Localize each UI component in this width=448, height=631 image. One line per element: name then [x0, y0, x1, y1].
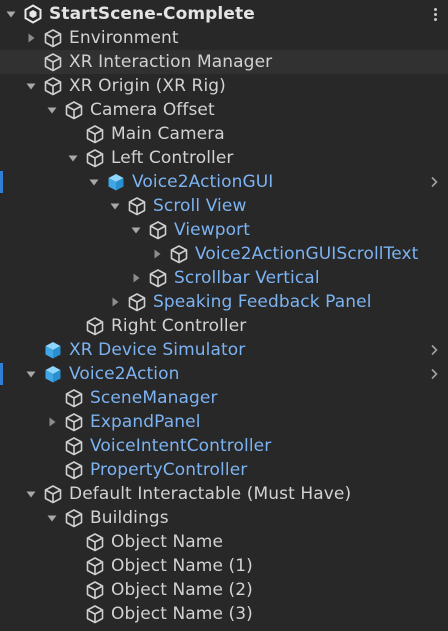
hierarchy-item[interactable]: Right Controller — [0, 314, 448, 338]
item-label: Voice2ActionGUIScrollText — [195, 244, 419, 264]
hierarchy-item[interactable]: Default Interactable (Must Have) — [0, 482, 448, 506]
item-label: Object Name (3) — [111, 604, 253, 624]
item-label: XR Device Simulator — [69, 340, 246, 360]
hierarchy-item[interactable]: Object Name (1) — [0, 554, 448, 578]
item-label: XR Origin (XR Rig) — [69, 76, 226, 96]
expand-arrow-icon[interactable] — [45, 98, 59, 122]
expand-arrow-icon[interactable] — [108, 194, 122, 218]
scene-title: StartScene-Complete — [49, 4, 255, 24]
hierarchy-item[interactable]: XR Origin (XR Rig) — [0, 74, 448, 98]
hierarchy-item[interactable]: VoiceIntentController — [0, 434, 448, 458]
item-label: Object Name — [111, 532, 224, 552]
gameobject-cube-icon — [64, 100, 84, 120]
hierarchy-item[interactable]: SceneManager — [0, 386, 448, 410]
gameobject-cube-icon — [85, 556, 105, 576]
gameobject-cube-icon — [127, 292, 147, 312]
gameobject-cube-icon — [64, 508, 84, 528]
item-label: Object Name (2) — [111, 580, 253, 600]
item-label: Object Name (1) — [111, 556, 253, 576]
hierarchy-item[interactable]: Scrollbar Vertical — [0, 266, 448, 290]
item-label: Scrollbar Vertical — [174, 268, 320, 288]
hierarchy-item[interactable]: Environment — [0, 26, 448, 50]
scene-row[interactable]: StartScene-Complete — [0, 2, 448, 26]
collapse-arrow-icon[interactable] — [45, 410, 59, 434]
expand-arrow-icon[interactable] — [4, 2, 18, 26]
open-prefab-chevron-icon[interactable] — [428, 362, 440, 386]
hierarchy-item-prefab[interactable]: XR Device Simulator — [0, 338, 448, 362]
item-label: SceneManager — [90, 388, 218, 408]
prefab-cube-icon — [106, 172, 126, 192]
hierarchy-item-prefab[interactable]: Voice2ActionGUI — [0, 170, 448, 194]
collapse-arrow-icon[interactable] — [150, 242, 164, 266]
hierarchy-item[interactable]: Camera Offset — [0, 98, 448, 122]
item-label: PropertyController — [90, 460, 248, 480]
hierarchy-item[interactable]: Left Controller — [0, 146, 448, 170]
expand-arrow-icon[interactable] — [66, 146, 80, 170]
collapse-arrow-icon[interactable] — [24, 26, 38, 50]
gameobject-cube-icon — [85, 532, 105, 552]
hierarchy-item[interactable]: Buildings — [0, 506, 448, 530]
gameobject-cube-icon — [64, 388, 84, 408]
gameobject-cube-icon — [85, 148, 105, 168]
gameobject-cube-icon — [85, 604, 105, 624]
item-label: Speaking Feedback Panel — [153, 292, 372, 312]
item-label: ExpandPanel — [90, 412, 201, 432]
expand-arrow-icon[interactable] — [24, 362, 38, 386]
item-label: Main Camera — [111, 124, 225, 144]
expand-arrow-icon[interactable] — [24, 74, 38, 98]
selection-marker — [0, 171, 3, 193]
item-label: Camera Offset — [90, 100, 215, 120]
hierarchy-item[interactable]: Object Name — [0, 530, 448, 554]
hierarchy-item[interactable]: PropertyController — [0, 458, 448, 482]
gameobject-cube-icon — [85, 124, 105, 144]
gameobject-cube-icon — [64, 412, 84, 432]
hierarchy-item[interactable]: Voice2ActionGUIScrollText — [0, 242, 448, 266]
gameobject-cube-icon — [169, 244, 189, 264]
collapse-arrow-icon[interactable] — [129, 266, 143, 290]
expand-arrow-icon[interactable] — [87, 170, 101, 194]
gameobject-cube-icon — [85, 316, 105, 336]
item-label: Scroll View — [153, 196, 247, 216]
prefab-cube-icon — [43, 340, 63, 360]
gameobject-cube-icon — [85, 580, 105, 600]
gameobject-cube-icon — [43, 76, 63, 96]
gameobject-cube-icon — [148, 220, 168, 240]
gameobject-cube-icon — [43, 484, 63, 504]
gameobject-cube-icon — [43, 52, 63, 72]
hierarchy-item[interactable]: Scroll View — [0, 194, 448, 218]
more-options-icon[interactable] — [432, 2, 438, 26]
open-prefab-chevron-icon[interactable] — [428, 338, 440, 362]
item-label: XR Interaction Manager — [69, 52, 273, 72]
expand-arrow-icon[interactable] — [129, 218, 143, 242]
open-prefab-chevron-icon[interactable] — [428, 170, 440, 194]
selection-marker — [0, 363, 3, 385]
item-label: VoiceIntentController — [90, 436, 272, 456]
item-label: Left Controller — [111, 148, 234, 168]
expand-arrow-icon[interactable] — [24, 482, 38, 506]
gameobject-cube-icon — [127, 196, 147, 216]
gameobject-cube-icon — [64, 460, 84, 480]
hierarchy-item[interactable]: Speaking Feedback Panel — [0, 290, 448, 314]
gameobject-cube-icon — [64, 436, 84, 456]
item-label: Viewport — [174, 220, 250, 240]
expand-arrow-icon[interactable] — [45, 506, 59, 530]
hierarchy-item[interactable]: Viewport — [0, 218, 448, 242]
gameobject-cube-icon — [148, 268, 168, 288]
item-label: Default Interactable (Must Have) — [69, 484, 352, 504]
gameobject-cube-icon — [43, 28, 63, 48]
item-label: Environment — [69, 28, 179, 48]
hierarchy-item[interactable]: Object Name (3) — [0, 602, 448, 626]
prefab-cube-icon — [43, 364, 63, 384]
hierarchy-item[interactable]: ExpandPanel — [0, 410, 448, 434]
hierarchy-item-prefab[interactable]: Voice2Action — [0, 362, 448, 386]
item-label: Voice2ActionGUI — [132, 172, 274, 192]
unity-logo-icon — [23, 4, 43, 24]
item-label: Voice2Action — [69, 364, 180, 384]
collapse-arrow-icon[interactable] — [108, 290, 122, 314]
hierarchy-item[interactable]: XR Interaction Manager — [0, 50, 448, 74]
hierarchy-item[interactable]: Main Camera — [0, 122, 448, 146]
item-label: Buildings — [90, 508, 169, 528]
hierarchy-item[interactable]: Object Name (2) — [0, 578, 448, 602]
item-label: Right Controller — [111, 316, 247, 336]
